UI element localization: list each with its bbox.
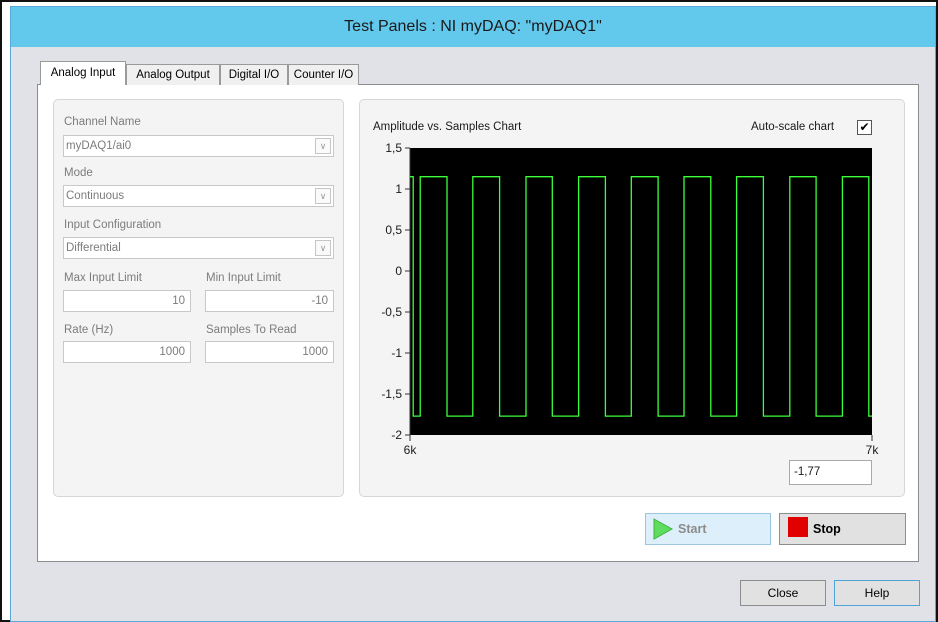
chevron-down-icon[interactable]: ∨ — [315, 138, 331, 154]
plot-layer: 1,5 1 0,5 0 -0,5 -1 -1,5 -26k 7k — [381, 141, 879, 457]
y-tick-label: 1,5 — [385, 141, 402, 155]
stop-button-label: Stop — [813, 522, 841, 536]
mode-select[interactable]: Continuous ∨ — [63, 185, 334, 207]
start-button-label: Start — [678, 522, 707, 536]
chart-title: Amplitude vs. Samples Chart — [373, 121, 522, 133]
tab-analog-output[interactable]: Analog Output — [126, 64, 220, 85]
autoscale-checkbox[interactable]: ✔ — [857, 120, 872, 135]
input-configuration-label: Input Configuration — [64, 219, 162, 231]
checkmark-icon: ✔ — [859, 120, 870, 134]
y-tick-label: -2 — [391, 428, 402, 442]
samples-to-read-label: Samples To Read — [206, 324, 297, 336]
y-tick-label: 0 — [395, 264, 402, 278]
max-input-limit-field[interactable]: 10 — [63, 290, 191, 312]
max-input-limit-label: Max Input Limit — [64, 272, 142, 284]
autoscale-label: Auto-scale chart — [751, 121, 835, 133]
chevron-down-icon[interactable]: ∨ — [315, 188, 331, 204]
rate-field[interactable]: 1000 — [63, 341, 191, 363]
x-tick-label: 6k — [404, 443, 418, 457]
samples-to-read-field[interactable]: 1000 — [205, 341, 334, 363]
plot-background — [410, 148, 872, 435]
tab-digital-io[interactable]: Digital I/O — [220, 64, 288, 85]
cursor-readout: -1,77 — [789, 460, 872, 485]
window-title: Test Panels : NI myDAQ: "myDAQ1" — [344, 18, 602, 35]
close-button[interactable]: Close — [740, 580, 826, 606]
input-configuration-value: Differential — [66, 242, 121, 254]
input-configuration-select[interactable]: Differential ∨ — [63, 237, 334, 259]
mode-label: Mode — [64, 167, 93, 179]
x-tick-label: 7k — [866, 443, 880, 457]
amplitude-chart[interactable]: 1,5 1 0,5 0 -0,5 -1 -1,5 -26k 7k — [362, 138, 882, 466]
channel-name-label: Channel Name — [64, 116, 141, 128]
rate-label: Rate (Hz) — [64, 324, 114, 336]
channel-name-value: myDAQ1/ai0 — [66, 140, 132, 152]
tab-analog-input[interactable]: Analog Input — [40, 61, 126, 85]
min-input-limit-field[interactable]: -10 — [205, 290, 334, 312]
y-tick-label: 0,5 — [385, 223, 402, 237]
channel-name-select[interactable]: myDAQ1/ai0 ∨ — [63, 135, 334, 157]
help-button[interactable]: Help — [834, 580, 920, 606]
chevron-down-icon[interactable]: ∨ — [315, 240, 331, 256]
tab-counter-io[interactable]: Counter I/O — [288, 64, 359, 85]
y-tick-label: -1,5 — [381, 387, 402, 401]
play-icon — [653, 518, 673, 540]
y-tick-label: 1 — [395, 182, 402, 196]
y-tick-label: -0,5 — [381, 305, 402, 319]
y-tick-label: -1 — [391, 346, 402, 360]
stop-icon — [788, 517, 808, 537]
min-input-limit-label: Min Input Limit — [206, 272, 281, 284]
mode-value: Continuous — [66, 190, 125, 202]
